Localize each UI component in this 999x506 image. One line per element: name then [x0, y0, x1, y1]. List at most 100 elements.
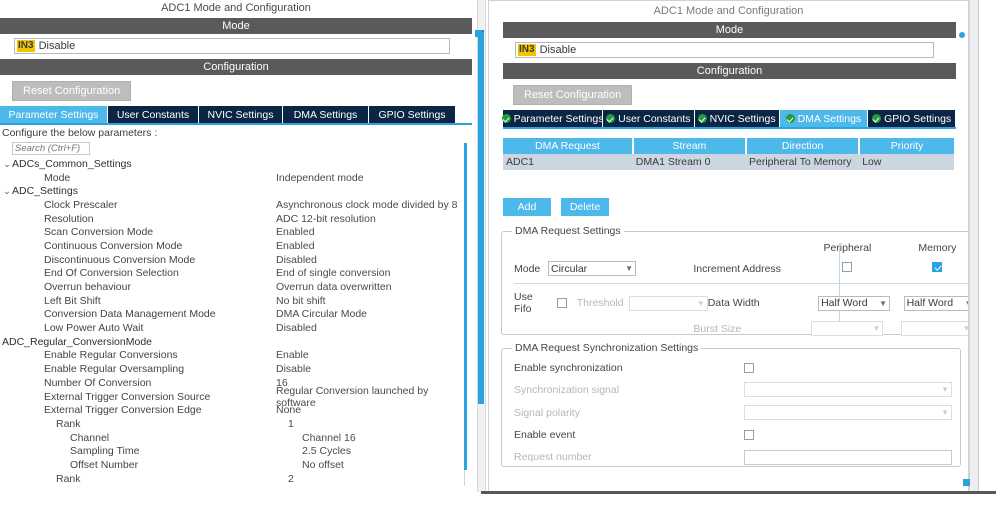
parameter-row[interactable]: Clock Prescaler Asynchronous clock mode d…: [0, 198, 464, 212]
delete-button[interactable]: Delete: [561, 198, 609, 216]
parameter-label: Rank: [56, 417, 81, 430]
right-tab-gpio-settings[interactable]: GPIO Settings: [868, 110, 956, 127]
burst-size-peripheral-cell: ▼: [801, 321, 893, 336]
burst-size-row: Burst Size ▼ ▼: [510, 321, 968, 336]
parameter-row[interactable]: End Of Conversion Selection End of single…: [0, 267, 464, 281]
right-mode-field[interactable]: IN3 Disable: [515, 42, 934, 58]
burst-size-memory-select[interactable]: ▼: [901, 321, 968, 336]
parameter-group-row[interactable]: ADC_Regular_ConversionMode: [0, 335, 464, 349]
left-resize-handle[interactable]: [475, 30, 482, 37]
increment-address-memory-checkbox[interactable]: [932, 262, 943, 272]
parameter-label: ADCs_Common_Settings: [12, 157, 132, 170]
add-button[interactable]: Add: [503, 198, 551, 216]
signal-polarity-label: Signal polarity: [514, 406, 580, 419]
right-tab-parameter-settings[interactable]: Parameter Settings: [501, 110, 603, 127]
parameter-label: Left Bit Shift: [44, 294, 101, 307]
parameter-group-row[interactable]: ⌄ADC_Settings: [0, 184, 464, 198]
parameter-row[interactable]: Overrun behaviour Overrun data overwritte…: [0, 280, 464, 294]
parameter-row[interactable]: Scan Conversion Mode Enabled: [0, 225, 464, 239]
parameter-row[interactable]: Continuous Conversion Mode Enabled: [0, 239, 464, 253]
right-reset-wrap: Reset Configuration: [489, 79, 968, 110]
parameter-group-row[interactable]: ⌄ADCs_Common_Settings: [0, 157, 464, 171]
table-row[interactable]: ADC1 DMA1 Stream 0 Peripheral To Memory Low: [503, 154, 954, 170]
parameter-row[interactable]: Left Bit Shift No bit shift: [0, 294, 464, 308]
parameter-name: Number Of Conversion: [0, 377, 276, 389]
parameter-value: Enabled: [276, 226, 315, 239]
chevron-down-icon[interactable]: ⌄: [2, 159, 12, 170]
parameter-row[interactable]: Conversion Data Management Mode DMA Circu…: [0, 308, 464, 322]
parameter-name: Enable Regular Conversions: [0, 349, 276, 361]
enable-event-row: Enable event: [510, 424, 952, 446]
parameter-label: Rank: [56, 472, 81, 485]
parameter-row[interactable]: Discontinuous Conversion Mode Disabled: [0, 253, 464, 267]
dma-table-cell: DMA1 Stream 0: [632, 154, 746, 170]
parameter-name: Rank: [0, 473, 288, 485]
parameter-list-scrollbar[interactable]: [464, 143, 467, 470]
left-mode-bar: Mode: [0, 18, 472, 34]
right-resize-handle-bottom[interactable]: [963, 479, 970, 486]
dma-table-header[interactable]: DMA Request: [503, 138, 634, 154]
check-circle-icon: [606, 114, 616, 123]
parameter-value: No offset: [302, 458, 344, 471]
parameter-row[interactable]: Low Power Auto Wait Disabled: [0, 321, 464, 335]
tab-label: User Constants: [116, 108, 190, 121]
left-reset-configuration-button[interactable]: Reset Configuration: [12, 81, 132, 101]
parameter-value: 2.5 Cycles: [302, 445, 352, 458]
burst-size-peripheral-select[interactable]: ▼: [811, 321, 884, 336]
parameter-name: External Trigger Conversion Source: [0, 391, 276, 403]
increment-address-peripheral-checkbox[interactable]: [842, 262, 853, 272]
parameter-row[interactable]: Sampling Time 2.5 Cycles: [0, 444, 464, 458]
threshold-select[interactable]: ▼: [629, 295, 708, 311]
synchronization-signal-select[interactable]: ▼: [744, 382, 952, 397]
chevron-down-icon[interactable]: ⌄: [2, 186, 12, 197]
enable-synchronization-checkbox[interactable]: [744, 363, 754, 373]
parameter-value: ADC 12-bit resolution: [276, 212, 376, 225]
parameter-value: End of single conversion: [276, 267, 391, 280]
parameter-row[interactable]: External Trigger Conversion Source Regula…: [0, 385, 464, 409]
left-tab-dma-settings[interactable]: DMA Settings: [283, 106, 369, 123]
parameter-row[interactable]: Rank 2: [0, 472, 464, 486]
main-vertical-scrollbar-thumb[interactable]: [478, 32, 484, 404]
use-fifo-checkbox[interactable]: [557, 298, 567, 308]
request-number-label: Request number: [514, 451, 592, 463]
parameter-value: No bit shift: [276, 294, 326, 307]
parameter-value: Asynchronous clock mode divided by 8: [276, 198, 458, 211]
enable-event-checkbox[interactable]: [744, 430, 754, 440]
left-tab-parameter-settings[interactable]: Parameter Settings: [0, 106, 108, 123]
parameter-name: Resolution: [0, 213, 276, 225]
parameter-row[interactable]: Enable Regular Conversions Enable: [0, 349, 464, 363]
tab-label: DMA Settings: [293, 108, 358, 121]
right-tab-nvic-settings[interactable]: NVIC Settings: [694, 110, 780, 127]
right-reset-configuration-button[interactable]: Reset Configuration: [513, 85, 633, 105]
left-tab-gpio-settings[interactable]: GPIO Settings: [369, 106, 456, 123]
parameter-row[interactable]: Enable Regular Oversampling Disable: [0, 362, 464, 376]
dma-table-header[interactable]: Direction: [745, 138, 861, 154]
left-mode-field[interactable]: IN3 Disable: [14, 38, 450, 54]
left-tab-user-constants[interactable]: User Constants: [108, 106, 199, 123]
data-width-memory-select[interactable]: Half Word ▼: [903, 295, 968, 311]
chevron-down-icon: ▼: [872, 324, 881, 333]
dma-request-settings-group: DMA Request Settings Peripheral Memory M…: [501, 225, 968, 336]
right-resize-handle-top[interactable]: [959, 32, 965, 38]
tab-label: User Constants: [618, 112, 691, 125]
parameter-row[interactable]: Mode Independent mode: [0, 171, 464, 185]
parameter-row[interactable]: External Trigger Conversion Edge None: [0, 403, 464, 417]
left-tab-nvic-settings[interactable]: NVIC Settings: [199, 106, 283, 123]
request-number-input[interactable]: [744, 449, 952, 465]
search-input[interactable]: [12, 142, 90, 155]
dma-table-cell: Peripheral To Memory: [745, 154, 860, 170]
parameter-row[interactable]: Channel Channel 16: [0, 431, 464, 445]
dma-table-header[interactable]: Stream: [632, 138, 747, 154]
left-search-wrap: [0, 141, 472, 155]
parameter-row[interactable]: Resolution ADC 12-bit resolution: [0, 212, 464, 226]
signal-polarity-select[interactable]: ▼: [744, 405, 952, 420]
dma-table-header[interactable]: Priority: [859, 138, 954, 154]
parameter-row[interactable]: Rank 1: [0, 417, 464, 431]
right-tab-dma-settings[interactable]: DMA Settings: [779, 110, 869, 127]
parameter-row[interactable]: Offset Number No offset: [0, 458, 464, 472]
right-tab-user-constants[interactable]: User Constants: [603, 110, 695, 127]
parameter-name: Conversion Data Management Mode: [0, 308, 276, 320]
data-width-peripheral-select[interactable]: Half Word ▼: [818, 295, 891, 311]
window-bottom-rule: [481, 491, 996, 494]
mode-select[interactable]: Circular ▼: [548, 261, 636, 276]
